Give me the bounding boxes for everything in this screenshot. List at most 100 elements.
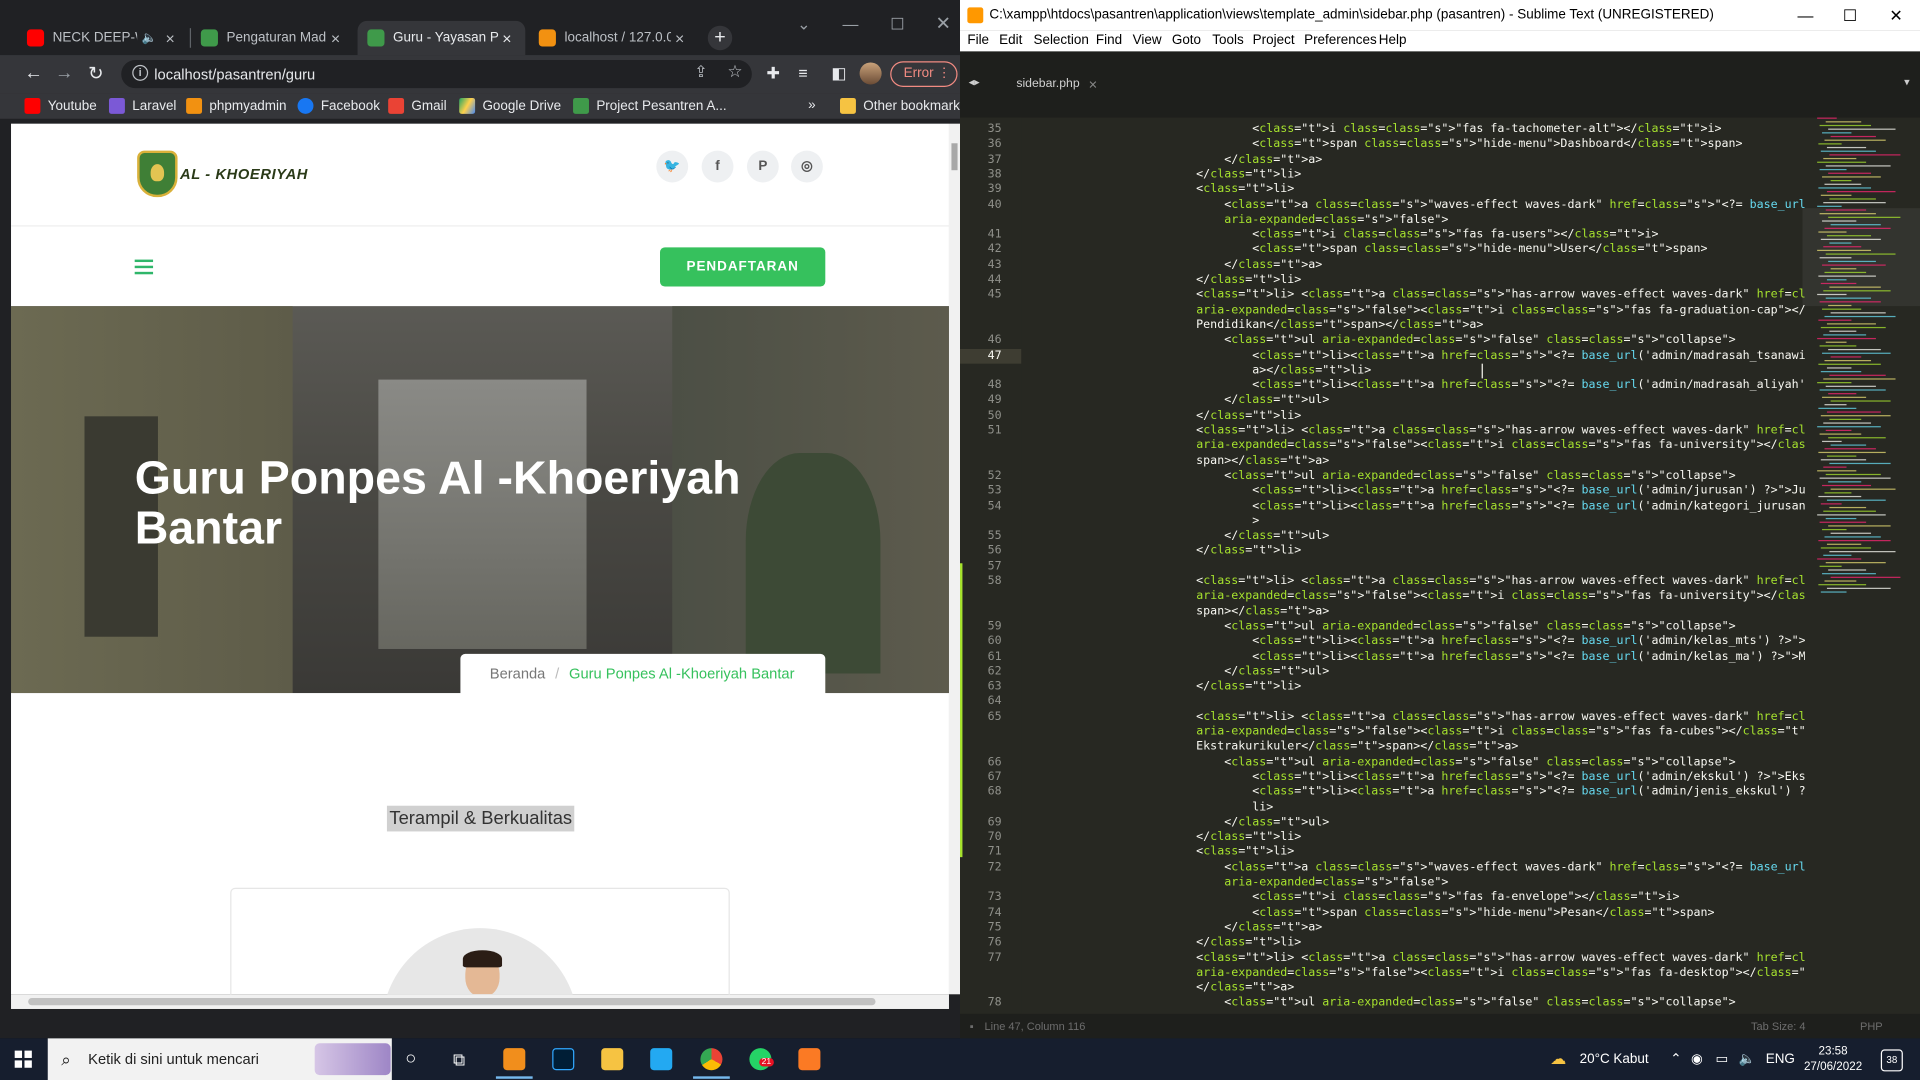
code-line[interactable]: aria-expanded=class="s">"false"><class="… xyxy=(1168,725,1805,740)
weather-icon[interactable]: ☁ xyxy=(1550,1038,1566,1080)
minimap[interactable] xyxy=(1817,117,1910,608)
tab-pengaturan[interactable]: Pengaturan Madras × xyxy=(191,21,354,55)
url-text[interactable]: localhost/pasantren/guru xyxy=(154,66,315,83)
back-icon[interactable]: ← xyxy=(24,62,42,83)
code-line[interactable]: span></class="t">a> xyxy=(1168,604,1329,619)
code-line[interactable]: <class="t">li><class="t">a href=class="s… xyxy=(1168,635,1805,650)
network-icon[interactable]: ◉ xyxy=(1691,1038,1703,1080)
logo-emblem[interactable] xyxy=(137,150,178,198)
new-tab-button[interactable]: + xyxy=(707,25,733,51)
code-line[interactable]: </class="t">ul> xyxy=(1168,665,1329,680)
code-line[interactable]: </class="t">a> xyxy=(1168,921,1322,936)
tab-guru[interactable]: Guru - Yayasan Pon × xyxy=(357,20,526,56)
menu-view[interactable]: View xyxy=(1133,33,1162,48)
bookmark-laravel[interactable]: Laravel xyxy=(108,97,176,114)
side-panel-icon[interactable]: ◧ xyxy=(831,64,846,84)
syntax-mode[interactable]: PHP xyxy=(1860,1014,1883,1038)
bookmark-project-pesantren[interactable]: Project Pesantren A... xyxy=(573,97,727,114)
code-line[interactable]: a></class="t">li> xyxy=(1168,363,1371,378)
menu-tools[interactable]: Tools xyxy=(1212,33,1243,48)
maximize-icon[interactable]: ☐ xyxy=(1843,0,1857,31)
code-line[interactable]: aria-expanded=class="s">"false"><class="… xyxy=(1168,966,1805,981)
tab-search-icon[interactable]: ⌄ xyxy=(797,15,810,35)
code-line[interactable]: </class="t">a> xyxy=(1168,258,1322,273)
code-line[interactable]: <class="t">li> <class="t">a class=class=… xyxy=(1168,951,1805,966)
close-icon[interactable]: ✕ xyxy=(1889,0,1902,31)
close-icon[interactable]: × xyxy=(1089,66,1098,103)
code-line[interactable]: <class="t">li> <class="t">a class=class=… xyxy=(1168,574,1805,589)
code-line[interactable]: <class="t">li> <class="t">a class=class=… xyxy=(1168,710,1805,725)
speaker-icon[interactable]: 🔈 xyxy=(141,31,156,44)
forward-icon[interactable]: → xyxy=(55,62,73,83)
photoshop-icon[interactable] xyxy=(552,1048,575,1071)
code-line[interactable]: <class="t">span class=class="s">"hide-me… xyxy=(1168,906,1714,921)
bookmark-other[interactable]: Other bookmarks xyxy=(840,97,960,114)
code-line[interactable]: aria-expanded=class="s">"false"><class="… xyxy=(1168,589,1805,604)
menu-file[interactable]: File xyxy=(967,33,989,48)
code-line[interactable]: </class="t">li> xyxy=(1168,168,1301,183)
reload-icon[interactable]: ↻ xyxy=(88,62,103,85)
facebook-icon[interactable]: f xyxy=(701,150,734,183)
vscode-icon[interactable] xyxy=(650,1048,673,1071)
tab-phpmyadmin[interactable]: localhost / 127.0.0.1 × xyxy=(529,21,698,55)
code-line[interactable]: </class="t">li> xyxy=(1168,680,1301,695)
code-line[interactable]: aria-expanded=class="s">"false"> xyxy=(1168,876,1448,891)
code-line[interactable]: <class="t">li><class="t">a href=class="s… xyxy=(1168,484,1805,499)
code-line[interactable]: <class="t">span class=class="s">"hide-me… xyxy=(1168,138,1742,153)
code-line[interactable]: <class="t">li><class="t">a href=class="s… xyxy=(1168,499,1805,514)
code-line[interactable]: <class="t">li><class="t">a href=class="s… xyxy=(1168,348,1805,363)
code-line[interactable]: li> xyxy=(1168,800,1273,815)
profile-avatar[interactable] xyxy=(859,62,882,85)
close-icon[interactable]: × xyxy=(671,29,688,47)
menu-selection[interactable]: Selection xyxy=(1033,33,1088,48)
code-line[interactable]: </class="t">ul> xyxy=(1168,394,1329,409)
code-line[interactable]: <class="t">ul aria-expanded=class="s">"f… xyxy=(1168,619,1735,634)
display-icon[interactable]: ▭ xyxy=(1716,1038,1729,1080)
code-line[interactable]: <class="t">a class=class="s">"waves-effe… xyxy=(1168,198,1805,213)
site-info-icon[interactable]: i xyxy=(132,64,149,81)
chrome-icon[interactable] xyxy=(700,1048,723,1071)
bookmark-phpmyadmin[interactable]: phpmyadmin xyxy=(186,97,287,114)
taskbar-search[interactable]: ⌕ Ketik di sini untuk mencari xyxy=(47,1038,392,1080)
close-window-icon[interactable]: ✕ xyxy=(936,12,951,34)
code-line[interactable]: <class="t">span class=class="s">"hide-me… xyxy=(1168,243,1707,258)
bookmark-youtube[interactable]: Youtube xyxy=(24,97,97,114)
share-icon[interactable]: ⇪ xyxy=(694,62,707,82)
volume-icon[interactable]: 🔈 xyxy=(1739,1038,1756,1080)
extensions-icon[interactable]: ✚ xyxy=(767,64,780,84)
code-line[interactable]: aria-expanded=class="s">"false"> xyxy=(1168,213,1448,228)
cortana-icon[interactable]: ○ xyxy=(405,1038,416,1080)
code-line[interactable]: </class="t">li> xyxy=(1168,409,1301,424)
bookmark-gmail[interactable]: Gmail xyxy=(388,97,447,114)
code-line[interactable]: aria-expanded=class="s">"false"><class="… xyxy=(1168,439,1805,454)
code-line[interactable]: <class="t">li> xyxy=(1168,845,1294,860)
code-area[interactable]: <class="t">i class=class="s">"fas fa-tac… xyxy=(1168,118,1805,1014)
code-line[interactable]: Pendidikan</class="t">span></class="t">a… xyxy=(1168,318,1483,333)
code-line[interactable]: <class="t">ul aria-expanded=class="s">"f… xyxy=(1168,755,1735,770)
code-line[interactable]: <class="t">li><class="t">a href=class="s… xyxy=(1168,770,1805,785)
bookmarks-overflow[interactable]: » xyxy=(808,98,816,113)
tab-nav-arrows-icon[interactable]: ◂▸ xyxy=(969,76,980,89)
code-line[interactable]: > xyxy=(1168,514,1259,529)
code-line[interactable]: </class="t">ul> xyxy=(1168,815,1329,830)
code-line[interactable]: <class="t">li> <class="t">a class=class=… xyxy=(1168,424,1805,439)
code-line[interactable]: <class="t">i class=class="s">"fas fa-tac… xyxy=(1168,122,1721,137)
code-line[interactable]: <class="t">li><class="t">a href=class="s… xyxy=(1168,650,1805,665)
code-line[interactable]: </class="t">li> xyxy=(1168,544,1301,559)
bookmark-facebook[interactable]: Facebook xyxy=(297,97,380,114)
sublime-taskbar-icon[interactable] xyxy=(503,1048,526,1071)
code-line[interactable]: <class="t">li> <class="t">a class=class=… xyxy=(1168,288,1805,303)
chevron-up-icon[interactable]: ⌃ xyxy=(1670,1038,1681,1080)
menu-help[interactable]: Help xyxy=(1379,33,1407,48)
menu-goto[interactable]: Goto xyxy=(1172,33,1201,48)
maximize-icon[interactable]: ☐ xyxy=(890,15,904,35)
xampp-icon[interactable] xyxy=(798,1048,821,1071)
windows-start-icon[interactable] xyxy=(14,1050,32,1068)
bookmark-google-drive[interactable]: Google Drive xyxy=(459,97,561,114)
twitter-icon[interactable]: 🐦 xyxy=(656,150,689,183)
instagram-icon[interactable]: ◎ xyxy=(791,150,823,183)
code-line[interactable]: <class="t">a class=class="s">"waves-effe… xyxy=(1168,860,1805,875)
task-view-icon[interactable]: ⧉ xyxy=(453,1038,465,1080)
breadcrumb-home[interactable]: Beranda xyxy=(490,665,546,682)
code-line[interactable]: <class="t">ul aria-expanded=class="s">"f… xyxy=(1168,996,1735,1011)
